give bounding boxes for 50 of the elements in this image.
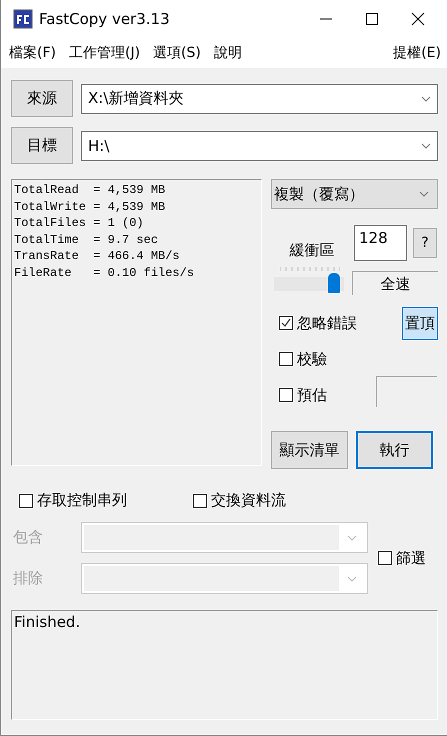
chevron-down-icon bbox=[347, 534, 357, 540]
log-text: Finished. bbox=[14, 613, 80, 631]
menu-item[interactable]: 檔案(F) bbox=[9, 44, 56, 62]
checkbox-label[interactable]: 交換資料流 bbox=[211, 491, 286, 510]
checkbox-label[interactable]: 校驗 bbox=[297, 350, 327, 368]
menu-item[interactable]: 提權(E) bbox=[393, 44, 441, 62]
pin-button[interactable]: 置頂 bbox=[402, 306, 438, 340]
stat-line: TotalTime = 9.7 sec bbox=[14, 232, 160, 248]
checkbox[interactable] bbox=[279, 316, 293, 330]
stat-line: TotalWrite = 4,539 MB bbox=[14, 198, 166, 215]
menu-item[interactable]: 選項(S) bbox=[153, 44, 201, 62]
chevron-down-icon bbox=[419, 191, 429, 197]
stat-line: TotalFiles = 1 (0) bbox=[14, 215, 145, 232]
app-icon bbox=[13, 9, 33, 29]
buffer-input[interactable]: 128 bbox=[354, 225, 407, 261]
checkbox-label[interactable]: 預估 bbox=[297, 386, 327, 404]
window-title: FastCopy ver3.13 bbox=[39, 10, 170, 28]
stat-line: TotalRead = 4,539 MB bbox=[14, 182, 166, 198]
close-icon[interactable] bbox=[411, 12, 425, 26]
checkbox[interactable] bbox=[193, 494, 207, 508]
checkbox[interactable] bbox=[279, 388, 293, 402]
chevron-down-icon bbox=[421, 96, 431, 102]
chevron-down-icon bbox=[421, 142, 431, 148]
stat-line: FileRate = 0.10 files/s bbox=[14, 264, 196, 281]
path-field[interactable]: H:\ bbox=[81, 130, 438, 160]
help-button[interactable]: ? bbox=[413, 228, 437, 258]
action-button[interactable]: 執行 bbox=[356, 431, 433, 469]
checkbox[interactable] bbox=[279, 352, 293, 366]
checkbox-label[interactable]: 忽略錯誤 bbox=[297, 314, 357, 332]
stat-line: TransRate = 466.4 MB/s bbox=[14, 248, 181, 264]
path-button[interactable]: 目標 bbox=[11, 127, 73, 164]
menu-item[interactable]: 說明 bbox=[214, 44, 242, 62]
path-button[interactable]: 來源 bbox=[11, 80, 73, 117]
buffer-label: 緩衝區 bbox=[288, 240, 336, 260]
slider-thumb[interactable] bbox=[328, 273, 340, 293]
mode-dropdown[interactable]: 複製（覆寫） bbox=[271, 179, 438, 209]
speed-slider[interactable] bbox=[274, 265, 346, 295]
checkbox-label[interactable]: 篩選 bbox=[396, 548, 426, 568]
path-field[interactable]: X:\新增資料夾 bbox=[81, 84, 438, 114]
speed-label: 全速 bbox=[352, 271, 438, 295]
checkbox[interactable] bbox=[19, 494, 33, 508]
checkbox-label[interactable]: 存取控制串列 bbox=[37, 491, 127, 510]
menu-item[interactable]: 工作管理(J) bbox=[68, 44, 140, 62]
filter-label: 排除 bbox=[12, 569, 44, 588]
estimate-box bbox=[376, 376, 437, 406]
filter-label: 包含 bbox=[12, 528, 44, 547]
checkbox[interactable] bbox=[378, 551, 392, 565]
chevron-down-icon bbox=[347, 576, 357, 582]
action-button[interactable]: 顯示清單 bbox=[271, 431, 348, 469]
maximize-icon[interactable] bbox=[365, 12, 379, 26]
